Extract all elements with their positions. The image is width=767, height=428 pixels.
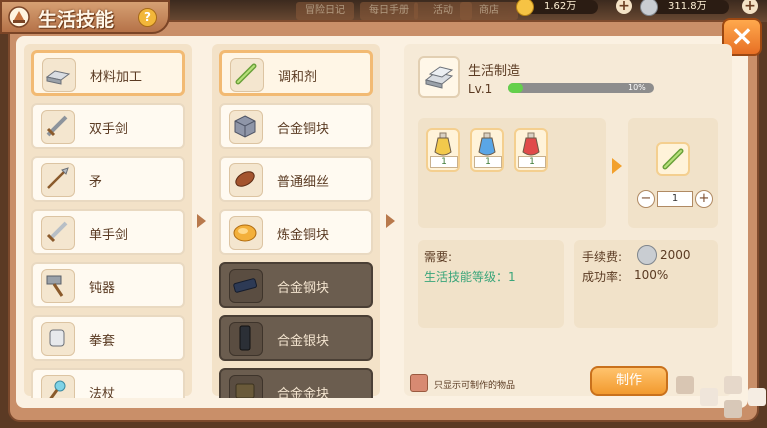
material-count: 1 xyxy=(518,156,546,168)
blue-potion-icon[interactable]: 1 xyxy=(470,128,504,172)
gold-bar-icon xyxy=(229,375,263,398)
arrow-right-icon xyxy=(612,158,622,174)
recipe-item[interactable]: 调和剂 xyxy=(219,50,373,96)
decrease-quantity-button[interactable]: − xyxy=(637,190,655,208)
mosaic-block xyxy=(676,376,694,394)
mosaic-block xyxy=(724,376,742,394)
ingot-icon xyxy=(424,66,454,89)
recipe-item-label: 炼金铜块 xyxy=(277,228,330,243)
silver-bar-icon xyxy=(229,322,263,356)
skill-progress-bar: 10% xyxy=(508,83,654,93)
stick-icon xyxy=(230,58,264,92)
success-rate-value: 100% xyxy=(634,268,669,282)
recipe-item-label: 调和剂 xyxy=(278,70,318,85)
material-count: 1 xyxy=(474,156,502,168)
craft-button[interactable]: 制作 xyxy=(590,366,668,396)
mosaic-block xyxy=(724,400,742,418)
skill-icon-frame xyxy=(418,56,460,98)
silver-coin-icon xyxy=(637,245,657,265)
cube-icon xyxy=(229,110,263,144)
recipe-item[interactable]: 炼金铜块 xyxy=(219,209,373,255)
gold-nugget-icon xyxy=(229,216,263,250)
recipe-item[interactable]: 合金金块 xyxy=(219,368,373,398)
filter-label: 只显示可制作的物品 xyxy=(434,381,516,391)
recipe-item-label: 合金银块 xyxy=(277,334,330,349)
output-item[interactable] xyxy=(656,142,690,176)
skill-level: Lv.1 xyxy=(468,82,493,96)
progress-text: 10% xyxy=(628,83,646,92)
fee-label: 手续费: xyxy=(582,250,623,264)
yellow-potion-icon[interactable]: 1 xyxy=(426,128,460,172)
mosaic-block xyxy=(748,388,766,406)
stick-icon xyxy=(662,148,684,170)
recipe-item[interactable]: 合金银块 xyxy=(219,315,373,361)
recipe-item-label: 合金金块 xyxy=(277,387,330,398)
skill-name: 生活制造 xyxy=(468,64,521,79)
success-rate-label: 成功率: xyxy=(582,270,623,284)
recipe-item[interactable]: 合金钢块 xyxy=(219,262,373,308)
recipe-item[interactable]: 普通细丝 xyxy=(219,156,373,202)
chevron-right-icon xyxy=(386,214,395,228)
increase-quantity-button[interactable]: + xyxy=(695,190,713,208)
requirement-skill-level: 生活技能等级：1 xyxy=(424,270,516,284)
thread-icon xyxy=(229,163,263,197)
recipe-item-label: 合金铜块 xyxy=(277,122,330,137)
recipe-item[interactable]: 合金铜块 xyxy=(219,103,373,149)
material-count: 1 xyxy=(430,156,458,168)
filter-checkbox[interactable] xyxy=(410,374,428,392)
mosaic-block xyxy=(700,388,718,406)
requirements-heading: 需要: xyxy=(424,250,453,264)
red-potion-icon[interactable]: 1 xyxy=(514,128,548,172)
fee-value: 2000 xyxy=(660,248,691,262)
quantity-input[interactable]: 1 xyxy=(657,191,693,207)
steel-bar-icon xyxy=(229,269,263,303)
progress-fill xyxy=(508,83,523,93)
recipe-item-label: 合金钢块 xyxy=(277,281,330,296)
recipe-item-label: 普通细丝 xyxy=(277,175,330,190)
